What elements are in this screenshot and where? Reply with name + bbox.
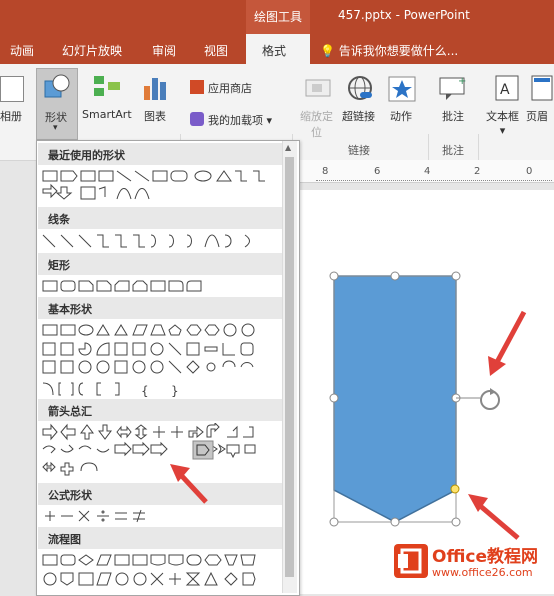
my-addins-label: 我的加载项 <box>208 114 263 127</box>
category-label: 矩形 <box>48 259 70 272</box>
textbox-label: 文本框 <box>486 110 519 123</box>
document-title: 457.pptx - PowerPoint <box>338 8 470 22</box>
tab-animations[interactable]: 动画 <box>10 42 34 59</box>
category-rectangles: 矩形 <box>38 253 282 275</box>
watermark-url: www.office26.com <box>432 566 533 579</box>
zoom-label: 缩放定 <box>300 110 333 123</box>
svg-text:{: { <box>141 384 149 398</box>
zoom-icon <box>305 79 331 97</box>
category-label: 公式形状 <box>48 489 92 502</box>
chevron-down-icon: ▾ <box>499 124 506 137</box>
svg-text:}: } <box>171 384 179 398</box>
header-footer-icon <box>531 75 553 101</box>
header-footer-button[interactable]: 页眉 <box>526 108 548 124</box>
office-logo-icon <box>394 544 428 578</box>
textbox-button[interactable]: 文本框 ▾ <box>486 108 519 137</box>
title-bar: 绘图工具 457.pptx - PowerPoint <box>0 0 554 34</box>
smartart-icon <box>94 76 120 96</box>
category-recent: 最近使用的形状 <box>38 143 282 165</box>
drawing-tools-context: 绘图工具 <box>246 0 310 34</box>
chart-icon <box>144 78 166 100</box>
tab-view[interactable]: 视图 <box>204 42 228 59</box>
smartart-button[interactable]: SmartArt <box>82 108 132 121</box>
chevron-down-icon: ▾ <box>266 114 273 127</box>
tell-me-label: 告诉我你想要做什么... <box>338 44 459 58</box>
store-icon <box>190 80 204 94</box>
flowchart-shapes-grid[interactable] <box>41 551 285 595</box>
shapes-gallery: 最近使用的形状 线条 矩形 基本形状 {} 箭头总汇 公式形状 流程图 <box>36 140 300 596</box>
category-lines: 线条 <box>38 207 282 229</box>
tab-slideshow[interactable]: 幻灯片放映 <box>62 42 122 59</box>
category-label: 箭头总汇 <box>48 405 92 418</box>
category-basic: 基本形状 <box>38 297 282 319</box>
my-addins-button[interactable]: 我的加载项 ▾ <box>208 112 272 128</box>
tab-format-label: 格式 <box>262 44 287 58</box>
photo-album-icon <box>0 76 24 102</box>
action-button[interactable]: 动作 <box>390 108 412 124</box>
category-arrows: 箭头总汇 <box>38 399 282 421</box>
zoom-label-2: 位 <box>311 126 322 139</box>
tell-me-search[interactable]: 💡 告诉我你想要做什么... <box>320 42 458 59</box>
red-arrow-annotation-icon <box>170 464 208 504</box>
group-comments-label: 批注 <box>442 144 464 157</box>
slide-overlay <box>329 271 527 540</box>
line-shapes-row[interactable] <box>41 231 285 251</box>
shapes-icon <box>44 74 70 98</box>
watermark-brand: Office教程网 <box>432 547 539 567</box>
chevron-down-icon: ▾ <box>53 123 58 133</box>
red-arrow-annotation-icon <box>488 310 527 376</box>
zoom-button[interactable]: 缩放定位 <box>300 108 333 140</box>
lightbulb-icon: 💡 <box>320 44 335 58</box>
pentagon-shape[interactable] <box>333 275 457 523</box>
bracket-shapes-row[interactable]: {} <box>41 379 285 399</box>
category-label: 线条 <box>48 213 70 226</box>
globe-link-icon <box>348 76 372 100</box>
tab-review[interactable]: 审阅 <box>152 42 176 59</box>
horizontal-ruler: 8 6 4 2 0 <box>296 160 554 183</box>
recent-shapes-row[interactable] <box>41 167 285 207</box>
ruler-ticks <box>316 176 552 181</box>
category-flowchart: 流程图 <box>38 527 282 549</box>
comment-button[interactable]: 批注 <box>442 108 464 124</box>
category-label: 流程图 <box>48 533 81 546</box>
shapes-button[interactable]: 形状 ▾ <box>36 68 78 140</box>
svg-text:A: A <box>500 82 510 98</box>
category-label: 基本形状 <box>48 303 92 316</box>
category-label: 最近使用的形状 <box>48 149 125 162</box>
addins-icon <box>190 112 204 126</box>
gallery-scrollbar[interactable]: ▲ <box>282 141 297 593</box>
hyperlink-button[interactable]: 超链接 <box>342 108 375 124</box>
textbox-icon: A <box>495 75 519 101</box>
red-arrow-annotation-icon <box>468 494 520 540</box>
svg-text:+: + <box>458 76 466 87</box>
scroll-up-icon[interactable]: ▲ <box>285 143 291 152</box>
group-links-label: 链接 <box>348 144 370 157</box>
rectangle-shapes-row[interactable] <box>41 277 285 297</box>
basic-shapes-grid[interactable] <box>41 321 285 385</box>
comment-icon: + <box>439 76 466 100</box>
store-button[interactable]: 应用商店 <box>208 80 252 96</box>
star-action-icon <box>388 76 416 102</box>
album-button[interactable]: 相册 <box>0 108 22 124</box>
context-tab-label: 绘图工具 <box>254 10 303 24</box>
scroll-thumb[interactable] <box>285 157 294 577</box>
chart-button[interactable]: 图表 <box>144 108 166 124</box>
tab-format[interactable]: 格式 <box>246 34 310 64</box>
adjust-handle[interactable] <box>450 484 460 494</box>
rotate-handle-icon[interactable] <box>480 388 500 410</box>
